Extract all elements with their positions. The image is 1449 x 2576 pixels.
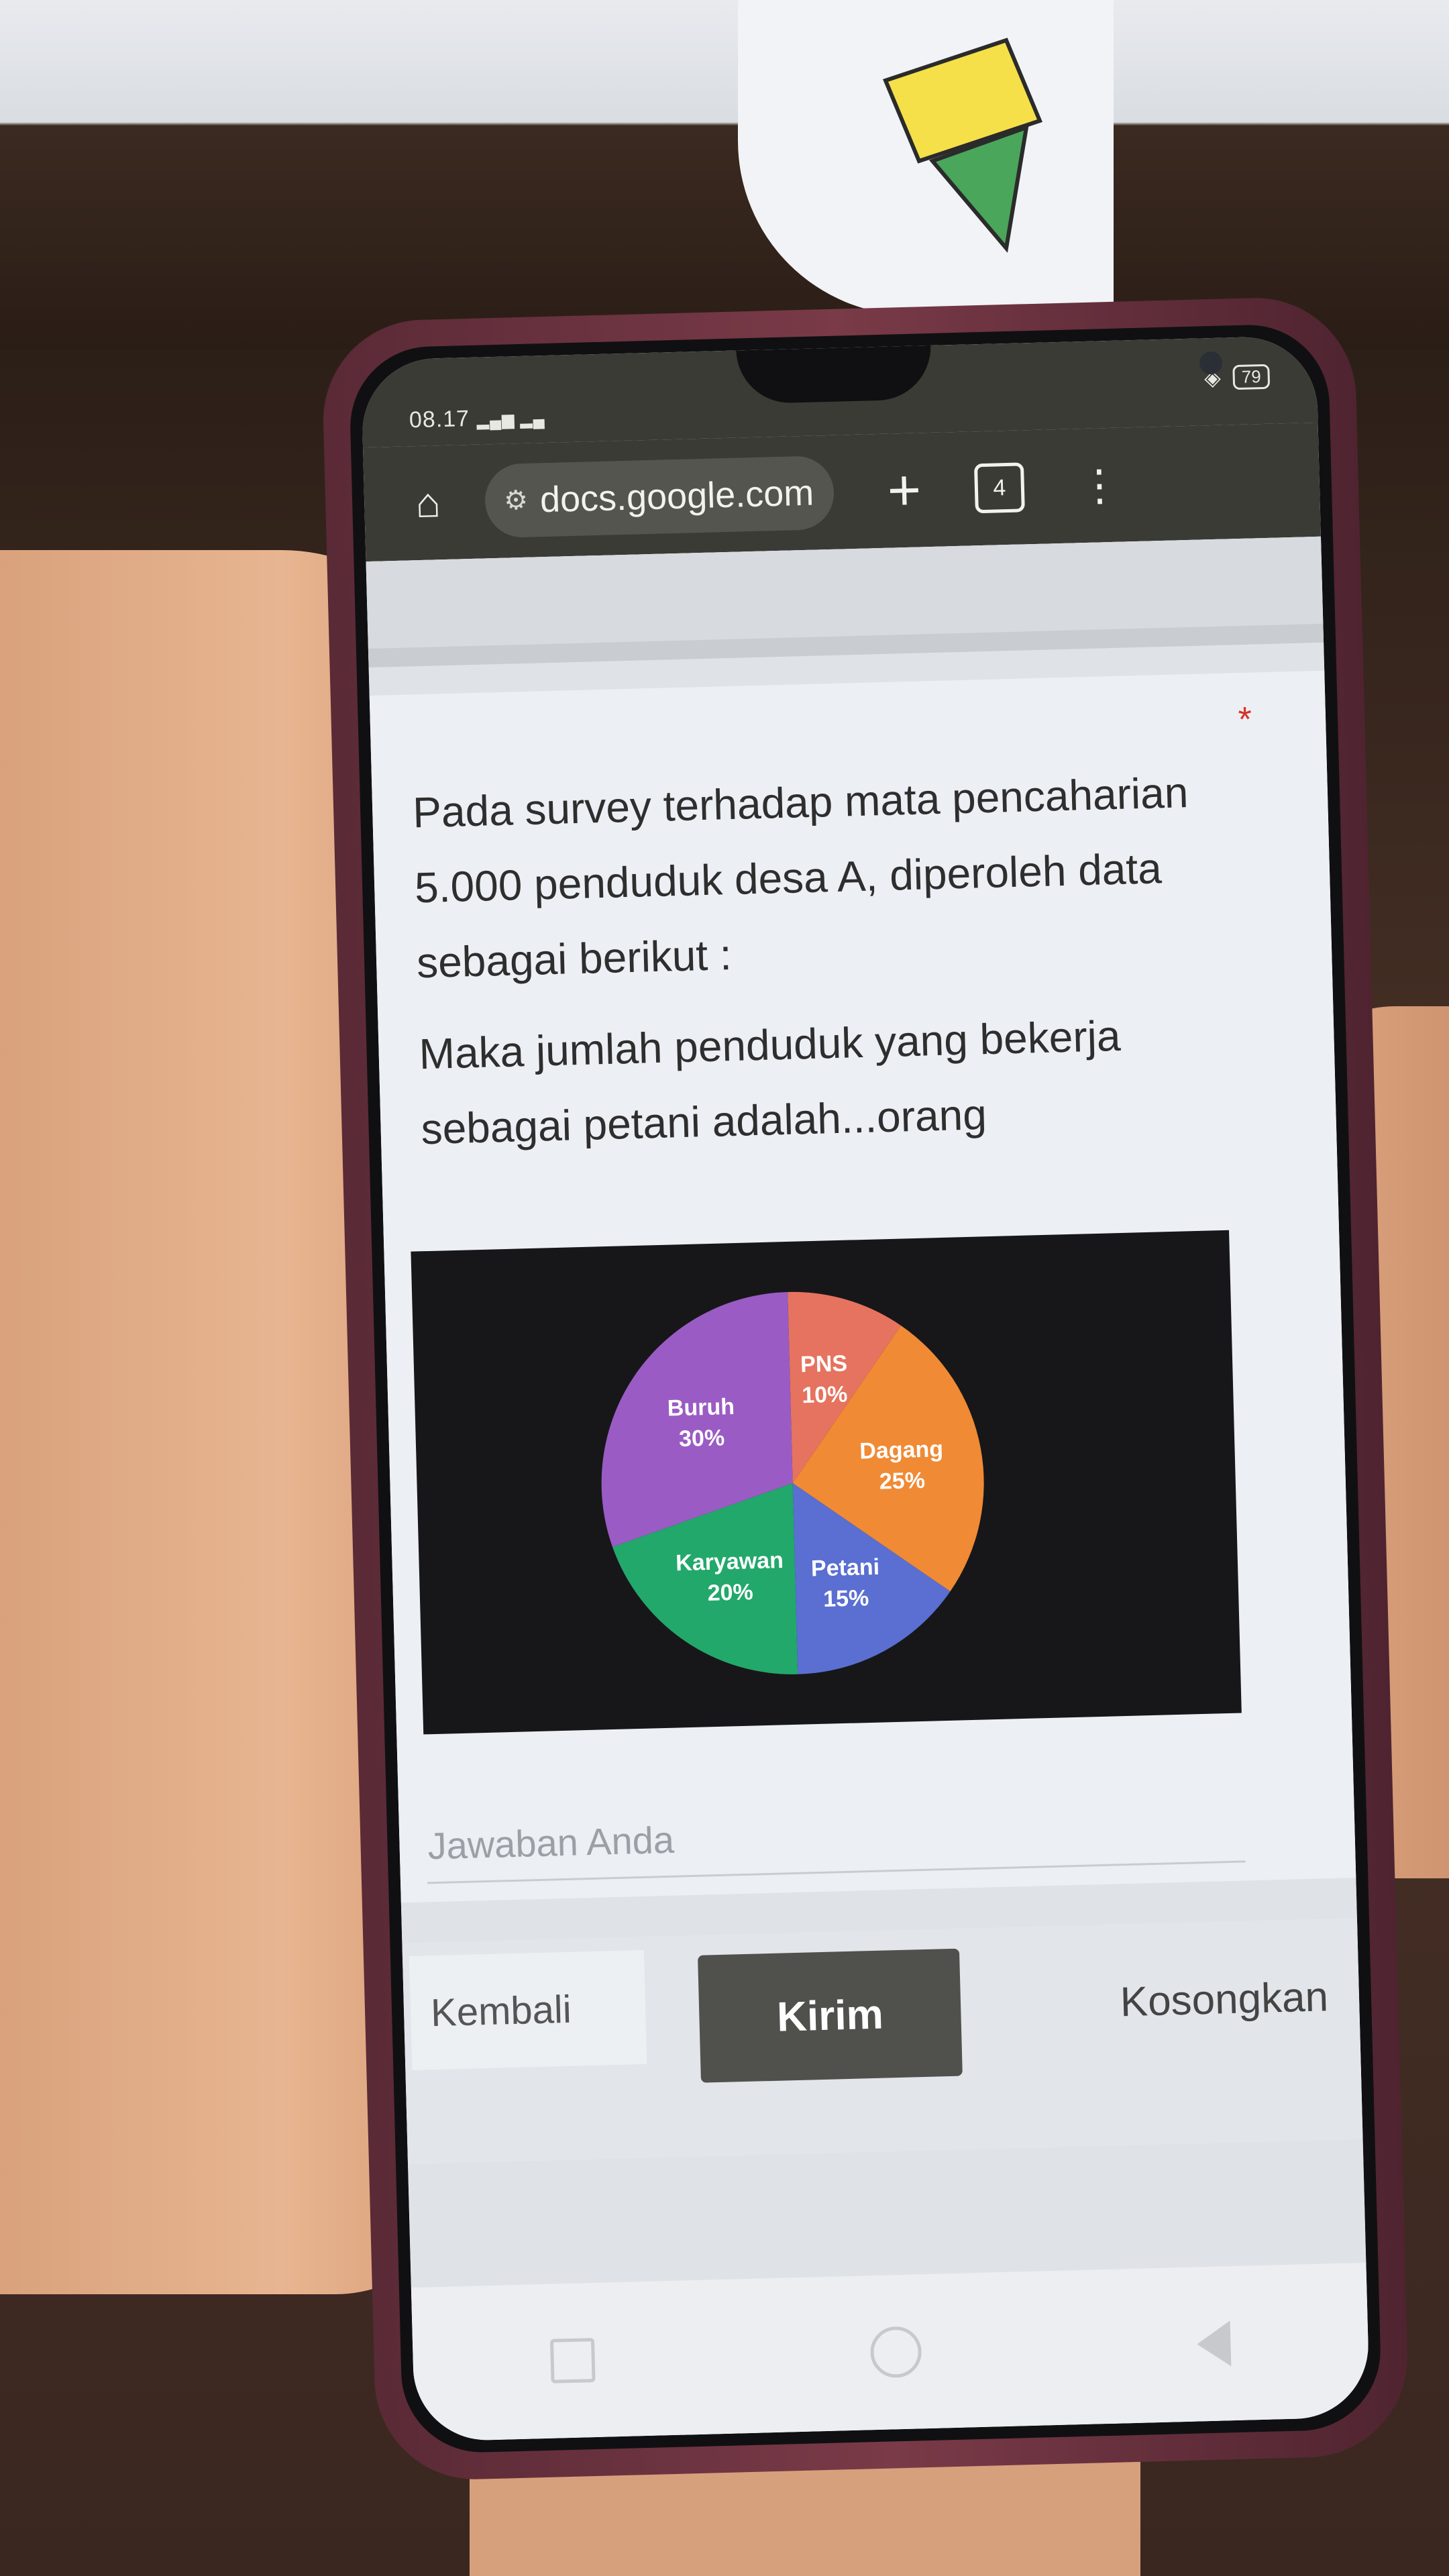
- home-nav-icon[interactable]: [869, 2326, 922, 2379]
- pie-label-dagang: Dagang: [859, 1436, 944, 1464]
- photo-background-top: [0, 0, 1449, 349]
- more-vert-icon[interactable]: ⋮: [1077, 461, 1122, 511]
- back-nav-icon[interactable]: [1196, 2320, 1231, 2367]
- pie-chart: PNS 10% Dagang 25% Petani 15% Karyawan 20% Buruh…: [601, 1291, 984, 1674]
- tab-switcher-icon[interactable]: 4: [973, 462, 1025, 514]
- submit-button[interactable]: Kirim: [698, 1948, 963, 2083]
- question-text: Pada survey terhadap mata pencaharian 5.…: [412, 768, 1189, 987]
- tune-icon[interactable]: ⚙: [504, 485, 529, 517]
- answer-input[interactable]: [425, 1786, 1248, 1884]
- url-text: docs.google.com: [539, 472, 814, 521]
- form-page: * Pada survey terhadap mata pencaharian …: [366, 536, 1371, 2443]
- form-actions: Kembali Kirim Kosongkan: [402, 1918, 1363, 2165]
- clear-form-button[interactable]: Kosongkan: [1116, 1972, 1333, 2027]
- tab-count: 4: [992, 474, 1006, 501]
- home-icon[interactable]: ⌂: [390, 465, 466, 541]
- pie-value-petani: 15%: [823, 1585, 869, 1612]
- pie-value-buruh: 30%: [679, 1425, 725, 1452]
- pie-label-petani: Petani: [811, 1554, 880, 1582]
- pie-value-pns: 10%: [802, 1381, 848, 1408]
- school-badge: [882, 38, 1043, 253]
- required-marker: *: [1238, 700, 1252, 740]
- question-card: * Pada survey terhadap mata pencaharian …: [369, 670, 1356, 1903]
- back-button[interactable]: Kembali: [409, 1949, 647, 2071]
- pie-label-karyawan: Karyawan: [676, 1548, 784, 1576]
- address-bar[interactable]: ⚙ docs.google.com: [484, 455, 835, 539]
- phone-screen: 08.17 ▂▄▆ ▂▄ ◈ 79 ⌂ ⚙ docs.google.com +: [360, 335, 1371, 2443]
- phone-bezel: 08.17 ▂▄▆ ▂▄ ◈ 79 ⌂ ⚙ docs.google.com +: [348, 323, 1383, 2455]
- recents-icon[interactable]: [550, 2338, 596, 2383]
- signal-icon: ▂▄▆ ▂▄: [476, 410, 545, 430]
- pie-label-buruh: Buruh: [667, 1394, 735, 1421]
- android-nav-bar: [411, 2262, 1371, 2443]
- pie-chart-image: PNS 10% Dagang 25% Petani 15% Karyawan 20% Buruh…: [411, 1230, 1242, 1735]
- plus-icon[interactable]: +: [867, 456, 943, 525]
- question-subtext: Maka jumlah penduduk yang bekerja sebaga…: [418, 1011, 1122, 1154]
- pie-label-pns: PNS: [800, 1350, 848, 1377]
- pie-value-dagang: 25%: [879, 1468, 925, 1495]
- status-time: 08.17 ▂▄▆ ▂▄: [409, 405, 545, 433]
- phone: 08.17 ▂▄▆ ▂▄ ◈ 79 ⌂ ⚙ docs.google.com +: [321, 295, 1410, 2482]
- battery-icon: 79: [1232, 364, 1271, 390]
- pie-value-karyawan: 20%: [707, 1579, 753, 1606]
- answer-field[interactable]: [425, 1786, 1248, 1884]
